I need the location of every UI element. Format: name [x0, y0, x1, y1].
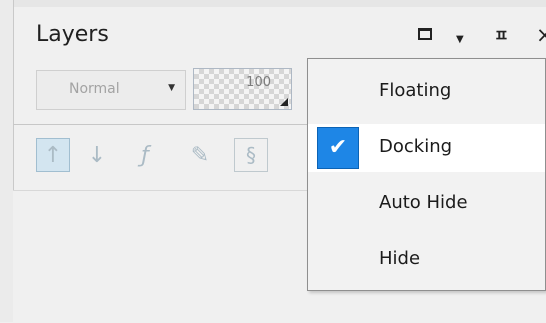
opacity-value: 100	[246, 75, 271, 90]
menu-item-label: Auto Hide	[379, 192, 468, 213]
menu-item-hide[interactable]: Hide	[308, 236, 545, 284]
checkmark-icon: ✔	[317, 127, 359, 169]
layer-up-icon[interactable]: ↑	[36, 138, 70, 172]
menu-item-floating[interactable]: Floating	[308, 68, 545, 116]
panel-title: Layers	[36, 22, 109, 47]
dropdown-arrow-icon[interactable]: ▼	[456, 26, 464, 54]
menu-item-label: Hide	[379, 248, 421, 269]
menu-item-label: Docking	[379, 136, 453, 157]
layer-down-icon[interactable]: ↓	[80, 138, 114, 172]
panel-top-border	[0, 0, 546, 7]
edit-layer-icon[interactable]: ✎	[183, 138, 217, 172]
blend-mode-value: Normal	[69, 81, 120, 97]
opacity-field[interactable]: 100	[193, 68, 292, 110]
menu-item-auto-hide[interactable]: Auto Hide	[308, 180, 545, 228]
blend-mode-dropdown[interactable]: Normal ▼	[36, 70, 186, 110]
menu-item-docking[interactable]: ✔ Docking	[308, 124, 545, 172]
menu-item-label: Floating	[379, 80, 452, 101]
layers-panel: Layers ▼ ㅍ × Normal ▼ 100 ↑ ↓ ƒ ✎ § Floa…	[0, 0, 546, 323]
close-icon[interactable]: ×	[536, 21, 546, 49]
dock-mode-context-menu: Floating ✔ Docking Auto Hide Hide	[307, 58, 546, 291]
maximize-icon[interactable]	[418, 28, 432, 40]
script-icon[interactable]: §	[234, 138, 268, 172]
panel-left-border	[0, 0, 14, 322]
fx-icon[interactable]: ƒ	[128, 138, 162, 172]
resize-handle-icon[interactable]	[280, 98, 288, 106]
chevron-down-icon[interactable]: ▼	[168, 83, 175, 93]
pin-icon[interactable]: ㅍ	[494, 22, 509, 50]
